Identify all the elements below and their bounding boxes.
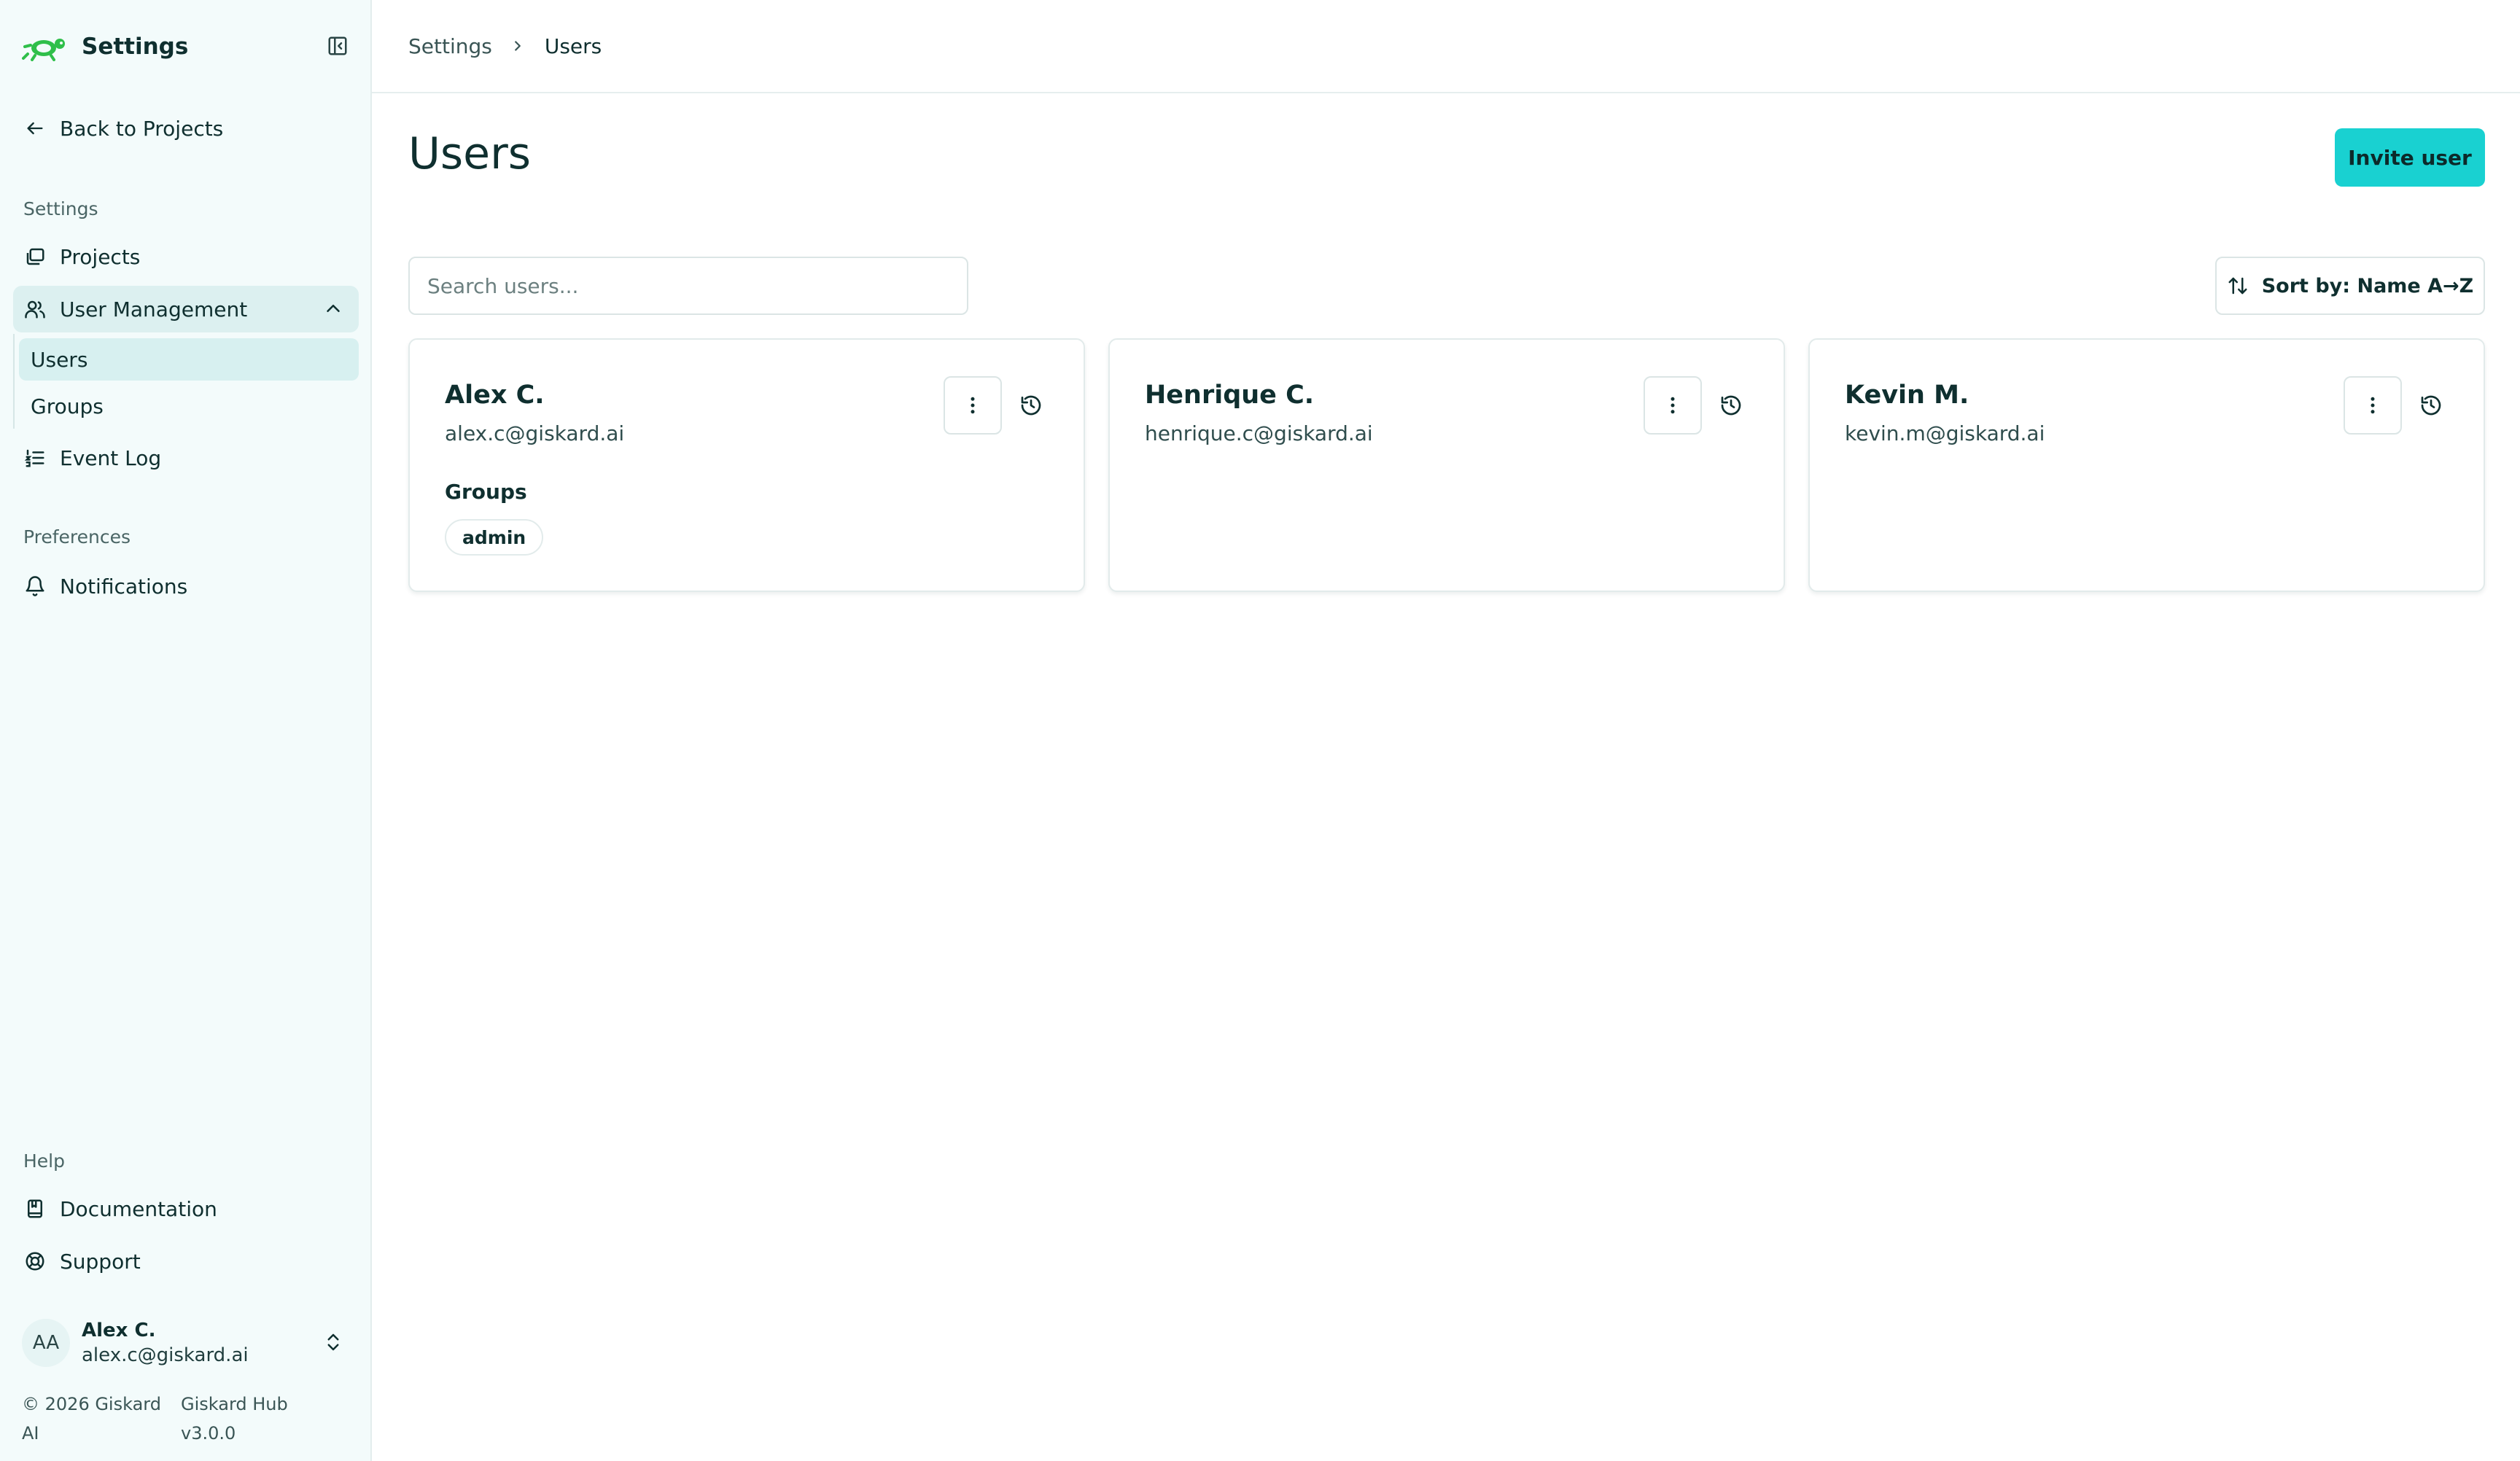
invite-user-button[interactable]: Invite user xyxy=(2335,128,2485,187)
user-name: Kevin M. xyxy=(1845,381,1969,410)
arrow-left-icon xyxy=(23,117,47,140)
avatar: AA xyxy=(22,1319,70,1367)
sidebar-item-label: Users xyxy=(31,347,88,372)
user-history-button[interactable] xyxy=(2416,391,2446,420)
search-input[interactable] xyxy=(408,257,968,315)
sidebar-item-notifications[interactable]: Notifications xyxy=(13,563,359,609)
sidebar-item-user-management[interactable]: User Management xyxy=(13,286,359,332)
section-label-settings: Settings xyxy=(23,198,98,219)
dots-vertical-icon xyxy=(1671,397,1675,414)
history-icon xyxy=(1721,395,1741,416)
sidebar-item-label: Documentation xyxy=(60,1196,217,1221)
history-icon xyxy=(2421,395,2441,416)
sidebar-item-support[interactable]: Support xyxy=(13,1238,359,1285)
sidebar-collapse-button[interactable] xyxy=(325,34,350,58)
folders-icon xyxy=(23,245,47,268)
user-email: alex.c@giskard.ai xyxy=(445,421,625,445)
version-text: Giskard Hub v3.0.0 xyxy=(181,1394,288,1444)
page-title: Users xyxy=(408,128,532,179)
chevron-up-icon xyxy=(322,297,346,321)
groups-label: Groups xyxy=(445,480,527,504)
user-name: Alex C. xyxy=(445,381,545,410)
dots-vertical-icon xyxy=(971,397,975,414)
dots-vertical-icon xyxy=(2371,397,2375,414)
current-user-name: Alex C. xyxy=(82,1320,156,1341)
sidebar-collapse-icon xyxy=(328,36,347,55)
user-history-button[interactable] xyxy=(1716,391,1746,420)
breadcrumb: Settings Users xyxy=(372,0,2520,93)
brand: Settings xyxy=(22,26,188,67)
user-card: Kevin M. kevin.m@giskard.ai xyxy=(1808,338,2485,592)
copyright-text: © 2026 Giskard AI xyxy=(22,1394,161,1444)
back-to-projects-link[interactable]: Back to Projects xyxy=(13,105,359,152)
chevron-right-icon xyxy=(510,37,527,55)
sidebar-item-label: Notifications xyxy=(60,574,188,599)
back-to-projects-label: Back to Projects xyxy=(60,116,224,141)
giskard-logo-icon xyxy=(22,39,65,61)
user-name: Henrique C. xyxy=(1145,381,1315,410)
section-label-preferences: Preferences xyxy=(23,526,131,548)
sidebar-item-label: Projects xyxy=(60,244,141,269)
user-email: kevin.m@giskard.ai xyxy=(1845,421,2045,445)
sidebar-item-documentation[interactable]: Documentation xyxy=(13,1185,359,1232)
sidebar-item-label: Support xyxy=(60,1249,141,1274)
user-menu-button[interactable] xyxy=(1644,376,1702,435)
users-icon xyxy=(23,297,47,321)
section-label-help: Help xyxy=(23,1150,65,1172)
bell-icon xyxy=(23,574,47,598)
user-email: henrique.c@giskard.ai xyxy=(1145,421,1373,445)
history-icon xyxy=(1021,395,1041,416)
sidebar: Settings Back to Projects Settings Proje… xyxy=(0,0,372,1461)
arrows-up-down-icon xyxy=(2228,277,2247,295)
chevron-up-down-icon xyxy=(322,1331,346,1355)
list-ordered-icon xyxy=(23,446,47,470)
sidebar-item-projects[interactable]: Projects xyxy=(13,233,359,280)
sidebar-item-users[interactable]: Users xyxy=(19,338,359,381)
app-title: Settings xyxy=(82,34,189,60)
sidebar-item-label: Event Log xyxy=(60,445,162,470)
user-history-button[interactable] xyxy=(1016,391,1046,420)
breadcrumb-settings-link[interactable]: Settings xyxy=(408,34,492,58)
user-menu-button[interactable] xyxy=(944,376,1002,435)
sort-button[interactable]: Sort by: Name A→Z xyxy=(2215,257,2485,315)
current-user-email: alex.c@giskard.ai xyxy=(82,1344,249,1366)
user-card: Henrique C. henrique.c@giskard.ai xyxy=(1108,338,1785,592)
book-icon xyxy=(23,1197,47,1220)
sidebar-item-label: User Management xyxy=(60,297,248,322)
lifebuoy-icon xyxy=(23,1250,47,1273)
sidebar-item-event-log[interactable]: Event Log xyxy=(13,435,359,481)
current-user-menu[interactable]: AA Alex C. alex.c@giskard.ai xyxy=(22,1312,350,1374)
user-menu-button[interactable] xyxy=(2344,376,2402,435)
user-card: Alex C. alex.c@giskard.ai Groups admin xyxy=(408,338,1085,592)
group-badge: admin xyxy=(445,519,544,556)
sidebar-item-groups[interactable]: Groups xyxy=(19,385,359,427)
submenu-guide-line xyxy=(13,334,15,429)
sidebar-item-label: Groups xyxy=(31,394,104,418)
breadcrumb-current: Users xyxy=(544,34,602,58)
sort-label: Sort by: Name A→Z xyxy=(2261,274,2474,297)
